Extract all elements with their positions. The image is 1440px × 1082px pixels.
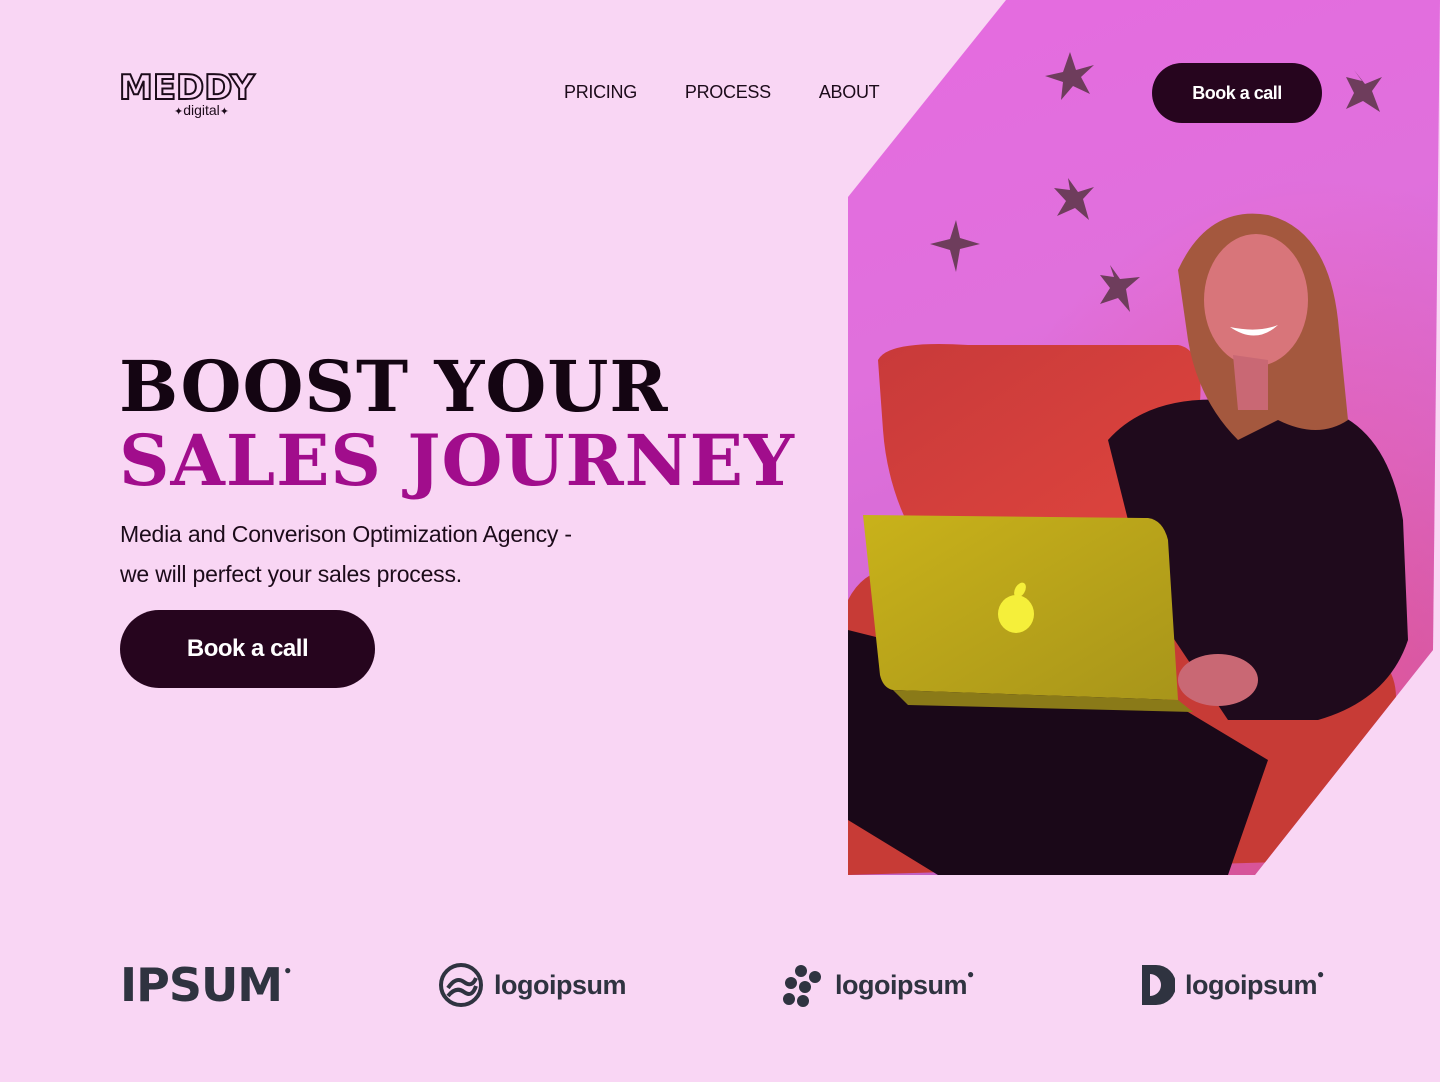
nav-link-pricing[interactable]: PRICING	[564, 81, 637, 103]
hero-book-call-button[interactable]: Book a call	[120, 610, 375, 688]
partner-name-2: logoipsum	[494, 969, 627, 1000]
partner-logo-2: logoipsum	[438, 955, 627, 1015]
logo-wordmark: MEDDY	[118, 68, 256, 108]
hero-image	[848, 0, 1440, 875]
nav-link-about[interactable]: ABOUT	[819, 81, 880, 103]
hero-illustration	[848, 0, 1440, 875]
ipsum-wordmark: IPSUM	[120, 958, 283, 1012]
subtitle-line-1: Media and Converison Optimization Agency…	[120, 521, 572, 547]
sparkle-icon: ✦	[173, 106, 184, 118]
brand-logo[interactable]: MEDDY ✦digital✦	[118, 68, 264, 120]
partner-name-4: logoipsum	[1185, 969, 1318, 1000]
half-circle-icon	[1142, 965, 1175, 1005]
partner-logo-ipsum: IPSUM ●	[120, 955, 291, 1015]
header-book-call-button[interactable]: Book a call	[1152, 63, 1322, 123]
nav-link-process[interactable]: PROCESS	[685, 81, 771, 103]
sparkle-icon: ✦	[219, 106, 230, 118]
partner-name-3: logoipsum	[835, 969, 968, 1000]
main-nav: PRICING PROCESS ABOUT	[564, 81, 880, 103]
partner-logo-3: logoipsum ●	[781, 955, 974, 1015]
subtitle-line-2: we will perfect your sales process.	[120, 561, 462, 587]
dots-cluster-icon	[783, 965, 821, 1007]
partner-logos: IPSUM ● logoipsum logoipsum ● logoipsum …	[0, 955, 1440, 1015]
circle-waves-icon	[439, 963, 483, 1007]
logo-subtext-label: digital	[183, 102, 220, 118]
dot-mark: ●	[1317, 967, 1325, 981]
headline-line-1: BOOST YOUR	[119, 345, 669, 428]
headline-line-2: SALES JOURNEY	[119, 419, 795, 502]
hero-headline: BOOST YOUR SALES JOURNEY	[119, 350, 795, 498]
dot-mark: ●	[284, 963, 292, 977]
hero-subtitle: Media and Converison Optimization Agency…	[120, 514, 680, 594]
partner-logo-4: logoipsum ●	[1141, 955, 1324, 1015]
dot-mark: ●	[967, 967, 975, 981]
